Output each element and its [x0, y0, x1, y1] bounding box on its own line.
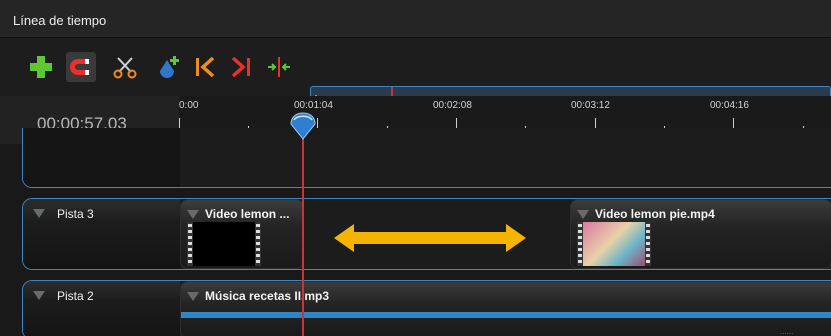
- audio-clip[interactable]: Música recetas II.mp3: [180, 281, 831, 336]
- magnet-icon: [70, 59, 89, 75]
- panel-title: Línea de tiempo: [13, 13, 107, 28]
- plus-icon: [30, 56, 52, 78]
- track-header[interactable]: Pista 2: [23, 281, 180, 336]
- double-arrow-annotation: [334, 224, 526, 252]
- razor-button[interactable]: [110, 52, 140, 82]
- jump-end-icon: [231, 56, 250, 78]
- clip-menu-icon[interactable]: [577, 210, 589, 219]
- previous-marker-button[interactable]: [190, 52, 220, 82]
- add-track-button[interactable]: [26, 52, 56, 82]
- clip-title: Video lemon pie.mp4: [595, 207, 715, 221]
- playhead-handle[interactable]: [289, 111, 317, 141]
- add-marker-button[interactable]: [154, 52, 184, 82]
- track-name: Pista 3: [57, 207, 94, 221]
- resize-grip[interactable]: ......: [780, 327, 793, 336]
- clip-menu-icon[interactable]: [187, 292, 199, 301]
- collapse-icon[interactable]: [33, 209, 45, 218]
- video-clip[interactable]: Video lemon pie.mp4: [570, 199, 831, 269]
- scissors-icon: [113, 57, 137, 79]
- track-header: [23, 128, 180, 187]
- add-marker-icon: [160, 56, 179, 78]
- ruler-label: 00:01:04: [294, 100, 333, 111]
- ruler-label: 0:00: [179, 100, 199, 111]
- clip-title: Video lemon ...: [205, 207, 290, 221]
- clip-title: Música recetas II.mp3: [205, 289, 330, 303]
- track-body[interactable]: Música recetas II.mp3: [180, 281, 831, 336]
- center-timeline-icon: [268, 57, 290, 77]
- track-body: [180, 128, 831, 187]
- track-row-upper: [22, 128, 831, 188]
- clip-thumbnail: [577, 222, 651, 266]
- track-row-pista-2: Pista 2 Música recetas II.mp3: [22, 280, 831, 336]
- audio-waveform-bar: [181, 312, 831, 318]
- clip-thumbnail: [187, 222, 261, 266]
- ruler-label: 00:04:16: [710, 100, 749, 111]
- ruler-label: 00:02:08: [433, 100, 472, 111]
- clip-menu-icon[interactable]: [187, 210, 199, 219]
- playhead-line: [302, 136, 304, 336]
- track-header[interactable]: Pista 3: [23, 199, 180, 269]
- jump-start-icon: [196, 56, 215, 78]
- track-name: Pista 2: [57, 289, 94, 303]
- next-marker-button[interactable]: [226, 52, 256, 82]
- ruler-label: 00:03:12: [571, 100, 610, 111]
- collapse-icon[interactable]: [33, 291, 45, 300]
- timeline-toolbar: [0, 38, 831, 124]
- snap-toggle-button[interactable]: [66, 52, 96, 82]
- center-playhead-button[interactable]: [264, 52, 294, 82]
- timeline-panel-titlebar: Línea de tiempo: [0, 0, 831, 38]
- video-clip[interactable]: Video lemon ...: [180, 199, 304, 269]
